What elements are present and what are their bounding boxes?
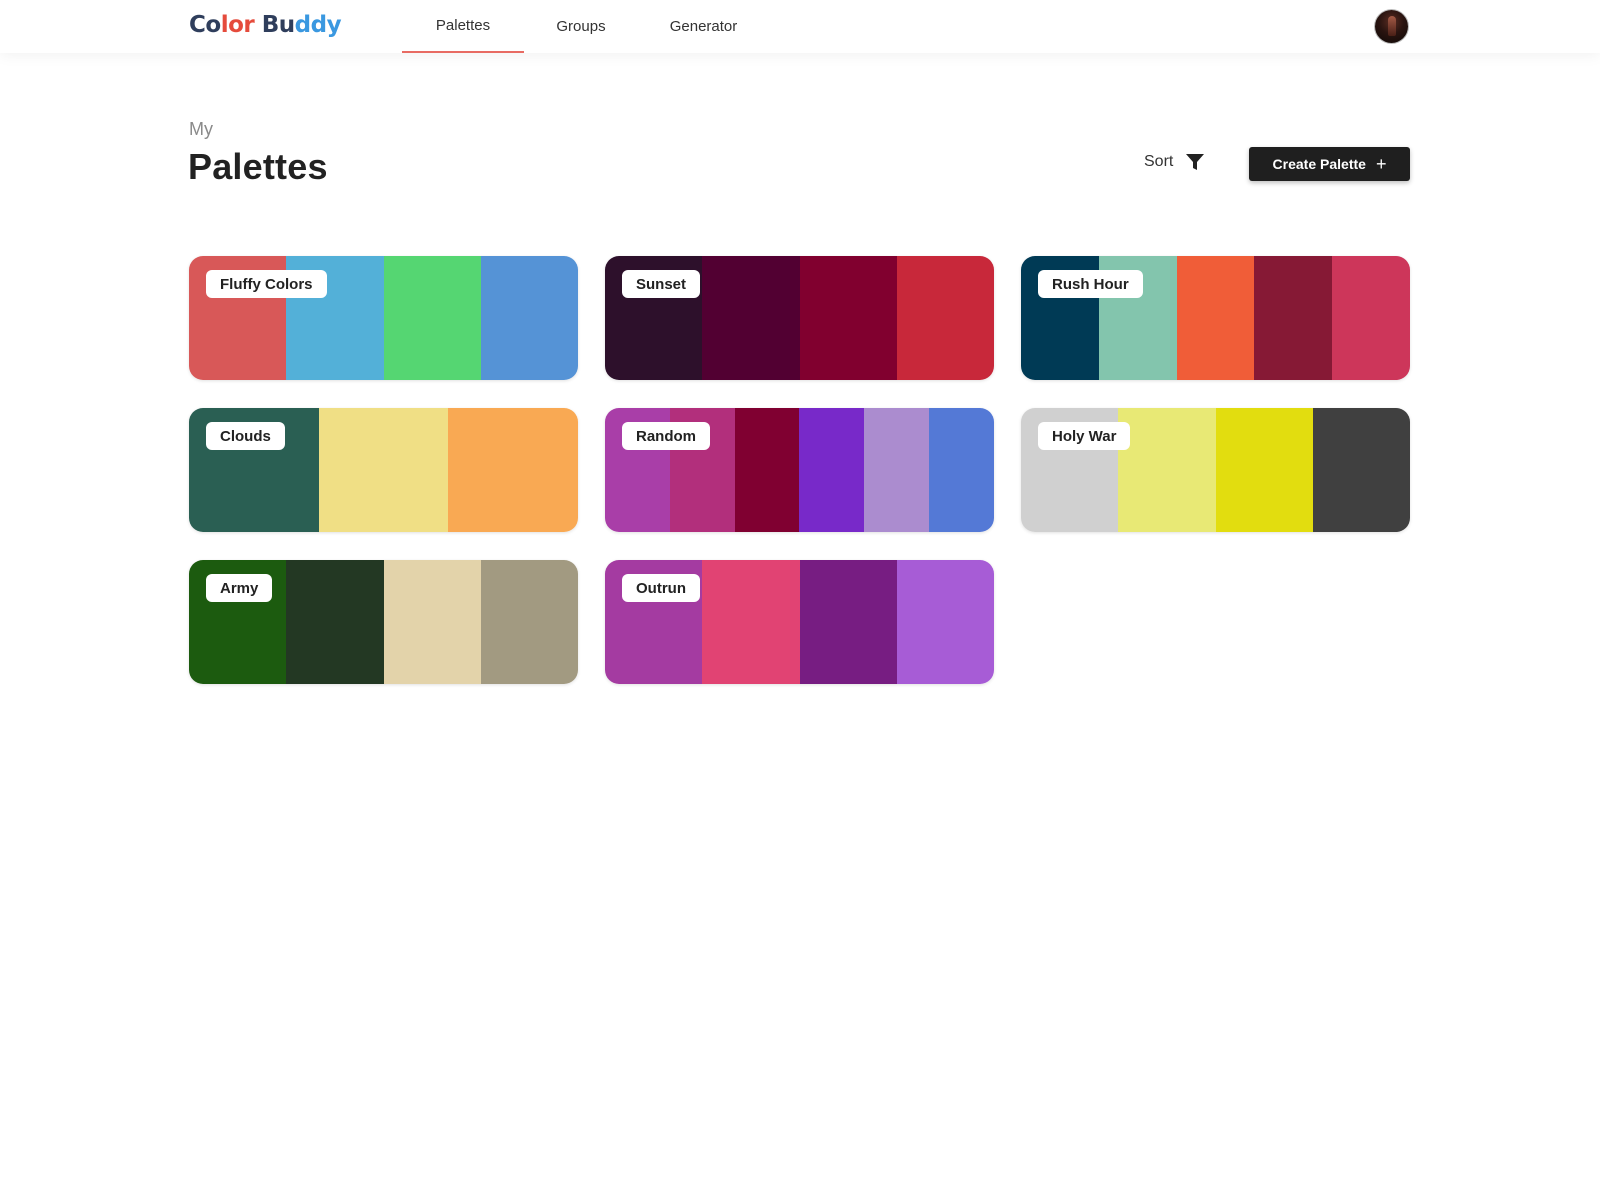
palette-name: Fluffy Colors	[206, 270, 327, 298]
plus-icon: +	[1375, 154, 1387, 174]
avatar-image	[1388, 16, 1396, 36]
palette-card[interactable]: Fluffy Colors	[189, 256, 578, 380]
color-swatch	[383, 560, 481, 684]
color-swatch	[1215, 408, 1313, 532]
create-palette-label: Create Palette	[1272, 156, 1366, 172]
palette-card[interactable]: Holy War	[1021, 408, 1410, 532]
create-palette-button[interactable]: Create Palette +	[1249, 147, 1410, 181]
palette-card[interactable]: Random	[605, 408, 994, 532]
color-swatch	[864, 408, 930, 532]
color-swatch	[929, 408, 994, 532]
color-swatch	[1118, 408, 1216, 532]
palette-name: Holy War	[1038, 422, 1131, 450]
logo-text-part: Bu	[254, 12, 295, 38]
color-swatch	[383, 256, 481, 380]
color-swatch	[448, 408, 578, 532]
sort-label: Sort	[1144, 153, 1174, 170]
color-swatch	[799, 256, 897, 380]
color-swatch	[702, 560, 800, 684]
tab-label: Generator	[669, 18, 738, 35]
page-subtitle: My	[189, 119, 213, 139]
filter-icon	[1186, 154, 1205, 170]
palette-name: Clouds	[206, 422, 285, 450]
tab-palettes[interactable]: Palettes	[402, 0, 524, 53]
palette-card[interactable]: Sunset	[605, 256, 994, 380]
tab-generator[interactable]: Generator	[656, 0, 751, 53]
palette-card[interactable]: Rush Hour	[1021, 256, 1410, 380]
palette-name: Outrun	[622, 574, 700, 602]
palette-name: Random	[622, 422, 710, 450]
color-swatch	[1332, 256, 1410, 380]
tab-label: Groups	[556, 18, 606, 35]
top-nav-bar: Color Buddy Palettes Groups Generator	[0, 0, 1600, 53]
palette-name: Army	[206, 574, 273, 602]
color-swatch	[480, 560, 578, 684]
palette-name: Rush Hour	[1038, 270, 1143, 298]
color-swatch	[896, 560, 994, 684]
tab-label: Palettes	[435, 17, 491, 34]
color-swatch	[896, 256, 994, 380]
color-swatch	[480, 256, 578, 380]
logo-text-part: Co	[189, 12, 221, 38]
color-swatch	[318, 408, 449, 532]
color-swatch	[734, 408, 800, 532]
user-avatar[interactable]	[1375, 10, 1408, 43]
sort-button[interactable]: Sort	[1144, 152, 1205, 172]
brand-logo[interactable]: Color Buddy	[189, 10, 342, 40]
tab-groups[interactable]: Groups	[540, 0, 622, 53]
palette-grid: Fluffy Colors Sunset Rush Hour Clouds Ra…	[189, 256, 1410, 684]
palette-card[interactable]: Clouds	[189, 408, 578, 532]
color-swatch	[1312, 408, 1410, 532]
logo-text-part: lor	[220, 12, 255, 38]
logo-text-part: ddy	[294, 12, 342, 38]
color-swatch	[286, 560, 384, 684]
color-swatch	[1176, 256, 1255, 380]
palette-card[interactable]: Army	[189, 560, 578, 684]
color-swatch	[702, 256, 800, 380]
color-swatch	[1254, 256, 1333, 380]
palette-name: Sunset	[622, 270, 701, 298]
color-swatch	[799, 408, 865, 532]
color-swatch	[799, 560, 897, 684]
page-title: Palettes	[188, 146, 328, 187]
palette-card[interactable]: Outrun	[605, 560, 994, 684]
